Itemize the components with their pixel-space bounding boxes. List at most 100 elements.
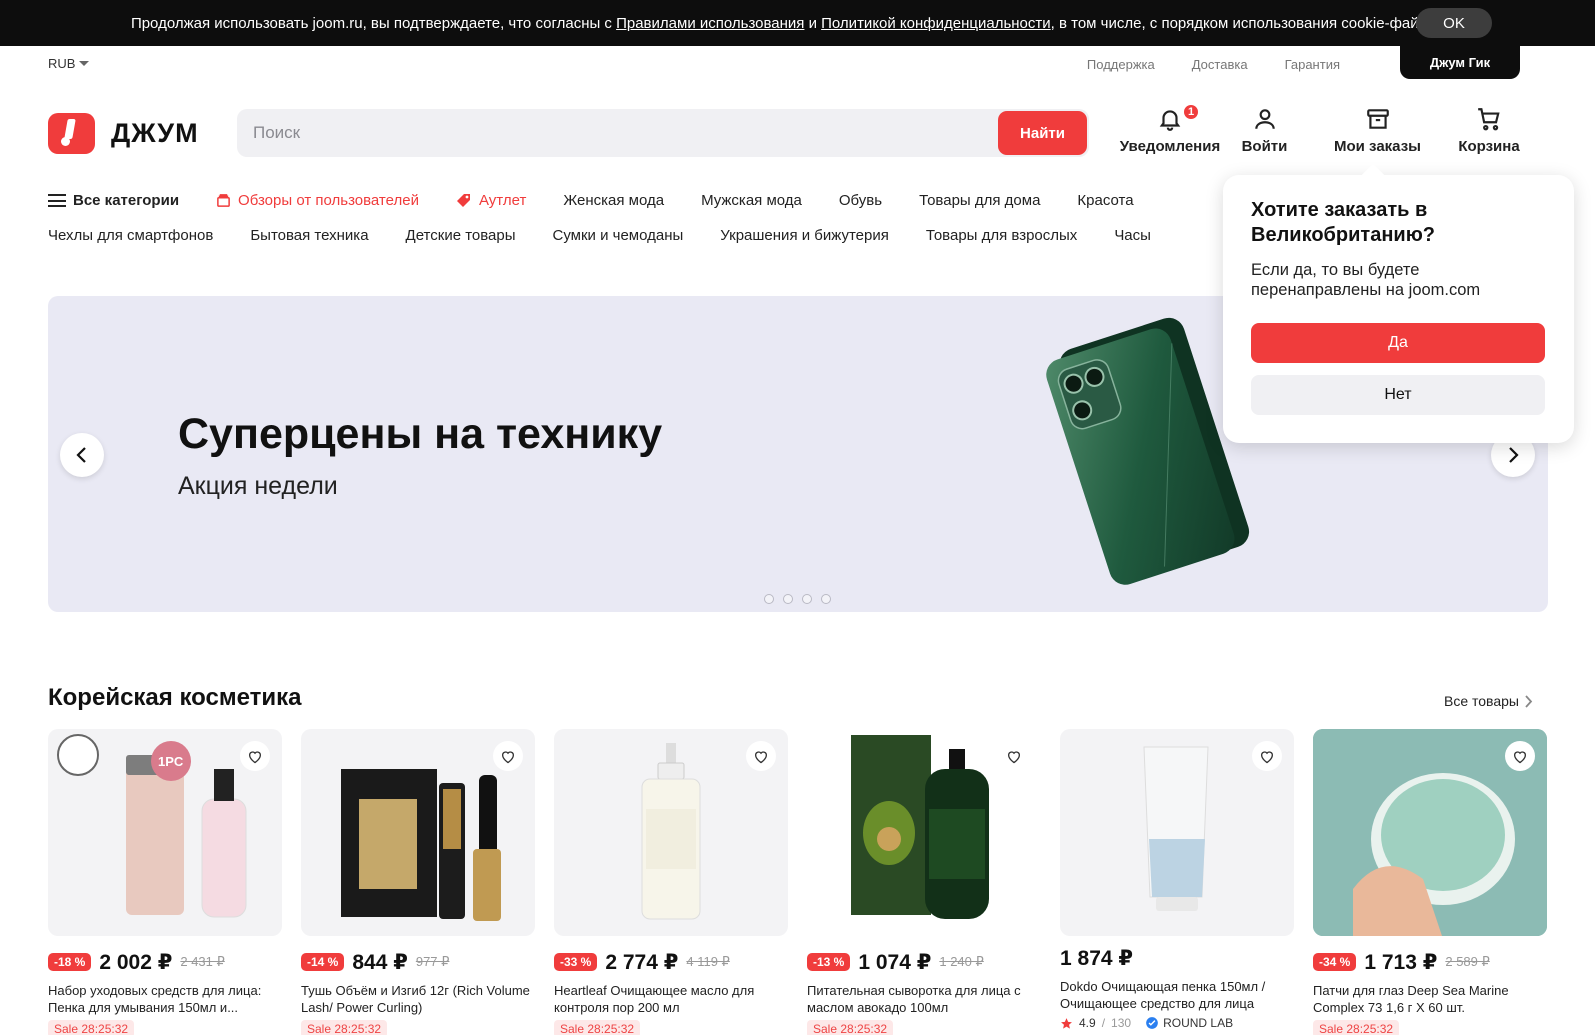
- discount-badge: -18 %: [48, 953, 92, 971]
- tag-icon: [456, 193, 470, 207]
- category-link[interactable]: Товары для взрослых: [926, 227, 1077, 244]
- my-orders-button[interactable]: Мои заказы: [1330, 106, 1425, 155]
- favorite-button[interactable]: [1252, 741, 1282, 771]
- notification-count-badge: 1: [1182, 103, 1200, 121]
- logo[interactable]: ДЖУМ: [48, 113, 199, 154]
- search-input[interactable]: [253, 109, 983, 157]
- heart-icon: [502, 750, 514, 763]
- cart-button[interactable]: Корзина: [1453, 106, 1525, 155]
- heart-icon: [755, 750, 767, 763]
- product-image: [1060, 729, 1294, 936]
- terms-link[interactable]: Правилами использования: [616, 15, 804, 32]
- old-price: 977 ₽: [415, 954, 450, 969]
- delivery-link[interactable]: Доставка: [1192, 57, 1248, 72]
- product-name: Патчи для глаз Deep Sea Marine Complex 7…: [1313, 983, 1509, 1015]
- user-reviews-link[interactable]: Обзоры от пользователей: [216, 192, 419, 209]
- product-card[interactable]: -34 % 1 713 ₽ 2 589 ₽ Патчи для глаз Dee…: [1313, 729, 1547, 1035]
- cookie-text: Продолжая использовать joom.ru, вы подтв…: [130, 14, 1449, 32]
- category-link[interactable]: Детские товары: [406, 227, 516, 244]
- favorite-button[interactable]: [999, 741, 1029, 771]
- favorite-button[interactable]: [240, 741, 270, 771]
- logo-icon: [48, 113, 95, 154]
- old-price: 4 119 ₽: [686, 954, 730, 969]
- box-icon: [1366, 109, 1389, 129]
- price: 1 713 ₽: [1364, 950, 1438, 974]
- all-products-link[interactable]: Все товары: [1444, 693, 1533, 709]
- currency-selector[interactable]: RUB: [48, 56, 90, 71]
- login-button[interactable]: Войти: [1232, 106, 1297, 155]
- category-link[interactable]: Женская мода: [563, 192, 664, 209]
- category-link[interactable]: Украшения и бижутерия: [720, 227, 889, 244]
- region-redirect-popup: Хотите заказать в Великобританию? Если д…: [1223, 163, 1574, 443]
- discount-badge: -13 %: [807, 953, 851, 971]
- product-card[interactable]: -33 % 2 774 ₽ 4 119 ₽ Heartleaf Очищающе…: [554, 729, 788, 1035]
- sale-timer: Sale 28:25:32: [1313, 1020, 1400, 1035]
- heart-icon: [1008, 750, 1020, 763]
- cookie-ok-button[interactable]: OK: [1416, 8, 1492, 38]
- cart-icon: [1478, 108, 1500, 131]
- category-nav-primary: Все категории Обзоры от пользователей Ау…: [48, 192, 1171, 209]
- price: 1 874 ₽: [1060, 946, 1133, 970]
- joom-geek-button[interactable]: Джум Гик: [1400, 46, 1520, 79]
- banner-subtitle: Акция недели: [178, 472, 338, 500]
- product-card[interactable]: -13 % 1 074 ₽ 1 240 ₽ Питательная сыворо…: [807, 729, 1041, 1035]
- carousel-prev-button[interactable]: [60, 433, 104, 477]
- notifications-button[interactable]: 1 Уведомления: [1120, 103, 1220, 155]
- carousel-dot[interactable]: [764, 594, 774, 604]
- category-link[interactable]: Мужская мода: [701, 192, 802, 209]
- popup-no-button[interactable]: Нет: [1251, 375, 1545, 415]
- product-image: [554, 729, 788, 936]
- price: 844 ₽: [352, 950, 408, 974]
- category-link[interactable]: Сумки и чемоданы: [553, 227, 684, 244]
- carousel-dot[interactable]: [783, 594, 793, 604]
- product-list: 1PC -18 % 2 002 ₽ 2 431 ₽ Набор уходовых…: [48, 729, 1547, 1035]
- product-image: [807, 729, 1041, 936]
- warranty-link[interactable]: Гарантия: [1285, 57, 1340, 72]
- carousel-dots: [764, 594, 831, 604]
- caret-down-icon: [79, 61, 90, 66]
- rating-row: 4.9/130 ROUND LAB: [1060, 1016, 1294, 1030]
- chevron-left-icon: [76, 447, 86, 463]
- category-link[interactable]: Красота: [1077, 192, 1133, 209]
- old-price: 2 589 ₽: [1445, 954, 1490, 969]
- star-icon: [1061, 1017, 1072, 1029]
- old-price: 2 431 ₽: [180, 954, 225, 969]
- discount-badge: -33 %: [554, 953, 598, 971]
- sale-timer: Sale 28:25:32: [554, 1020, 641, 1035]
- category-link[interactable]: Бытовая техника: [250, 227, 368, 244]
- heart-icon: [1514, 750, 1526, 763]
- product-card[interactable]: -14 % 844 ₽ 977 ₽ Тушь Объём и Изгиб 12г…: [301, 729, 535, 1035]
- category-link[interactable]: Товары для дома: [919, 192, 1040, 209]
- verified-icon: [1146, 1017, 1158, 1029]
- product-card[interactable]: 1 874 ₽ Dokdo Очищающая пенка 150мл / Оч…: [1060, 729, 1294, 1035]
- heart-icon: [1261, 750, 1273, 763]
- product-card[interactable]: 1PC -18 % 2 002 ₽ 2 431 ₽ Набор уходовых…: [48, 729, 282, 1035]
- category-link[interactable]: Часы: [1114, 227, 1151, 244]
- all-categories-button[interactable]: Все категории: [48, 192, 179, 209]
- search-button[interactable]: Найти: [998, 111, 1087, 155]
- sale-timer: Sale 28:25:32: [807, 1020, 894, 1035]
- store-badge[interactable]: ROUND LAB: [1145, 1016, 1233, 1030]
- privacy-link[interactable]: Политикой конфиденциальности: [821, 15, 1051, 32]
- discount-badge: -14 %: [301, 953, 345, 971]
- price: 2 774 ₽: [605, 950, 679, 974]
- favorite-button[interactable]: [1505, 741, 1535, 771]
- chevron-right-icon: [1525, 694, 1533, 708]
- favorite-button[interactable]: [493, 741, 523, 771]
- category-link[interactable]: Обувь: [839, 192, 882, 209]
- sale-timer: Sale 28:25:32: [48, 1020, 135, 1035]
- carousel-dot[interactable]: [821, 594, 831, 604]
- carousel-dot[interactable]: [802, 594, 812, 604]
- search-bar: Найти: [237, 109, 1089, 157]
- category-link[interactable]: Чехлы для смартфонов: [48, 227, 213, 244]
- product-name: Dokdo Очищающая пенка 150мл / Очищающее …: [1060, 979, 1266, 1011]
- favorite-button[interactable]: [746, 741, 776, 771]
- outlet-link[interactable]: Аутлет: [456, 192, 526, 209]
- product-name: Тушь Объём и Изгиб 12г (Rich Volume Lash…: [301, 983, 530, 1015]
- support-link[interactable]: Поддержка: [1087, 57, 1155, 72]
- section-title: Корейская косметика: [48, 684, 302, 711]
- product-image: [1313, 729, 1547, 936]
- product-image: 1PC: [48, 729, 282, 936]
- popup-yes-button[interactable]: Да: [1251, 323, 1545, 363]
- svg-text:1PC: 1PC: [158, 754, 184, 769]
